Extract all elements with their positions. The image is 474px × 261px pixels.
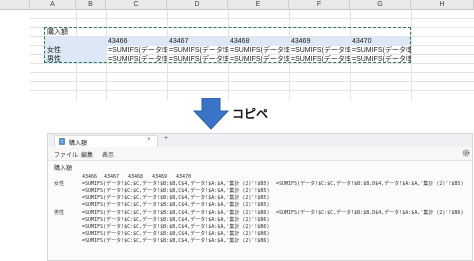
male-label: 男性: [54, 210, 65, 216]
content-title: 購入額: [54, 165, 73, 172]
close-tab-icon[interactable]: ×: [147, 137, 151, 143]
down-arrow-icon: [193, 98, 229, 130]
menu-file[interactable]: ファイル: [54, 150, 78, 159]
spreadsheet: A B C D E F G H 購入額 43466 43467 43468 43…: [0, 0, 474, 100]
column-header-c[interactable]: C: [106, 0, 167, 10]
formula-line: =SUMIFS(データ!$C:$C,データ!$B:$B,C$4,データ!$A:$…: [82, 231, 270, 237]
column-header-a[interactable]: A: [30, 0, 76, 10]
menu-view[interactable]: 表示: [102, 150, 114, 159]
notepad-icon: [59, 138, 65, 145]
tab-title: 購入額: [69, 141, 88, 147]
formula-line: =SUMIFS(データ!$C:$C,データ!$B:$B,C$4,データ!$A:$…: [82, 217, 270, 223]
select-all-corner[interactable]: [0, 0, 30, 10]
formula-line: =SUMIFS(データ!$C:$C,データ!$B:$B,C$4,データ!$A:$…: [82, 195, 270, 201]
document-tab[interactable]: 購入額 ×: [54, 135, 158, 147]
formula-line: =SUMIFS(データ!$C:$C,データ!$B:$B,C$4,データ!$A:$…: [82, 224, 270, 230]
formula-line: =SUMIFS(データ!$C:$C,データ!$B:$B,D$4,データ!$A:$…: [276, 181, 464, 187]
female-label: 女性: [54, 181, 65, 187]
formula-line: =SUMIFS(データ!$C:$C,データ!$B:$B,D$4,データ!$A:$…: [276, 210, 464, 216]
date-header: 43469: [152, 174, 168, 180]
column-header-h[interactable]: H: [411, 0, 474, 10]
date-header: 43466: [82, 174, 98, 180]
formula-line: =SUMIFS(データ!$C:$C,データ!$B:$B,C$4,データ!$A:$…: [82, 210, 270, 216]
title-bar: 購入額 × +: [48, 134, 472, 147]
menu-edit[interactable]: 編集: [81, 150, 93, 159]
gear-icon[interactable]: [462, 149, 470, 157]
text-area[interactable]: 購入額 43466 43467 43468 43469 43470 女性 =SU…: [48, 161, 472, 261]
formula-line: =SUMIFS(データ!$C:$C,データ!$B:$B,C$4,データ!$A:$…: [82, 188, 270, 194]
formula-line: =SUMIFS(データ!$C:$C,データ!$B:$B,C$4,データ!$A:$…: [82, 202, 270, 208]
date-header: 43467: [104, 174, 120, 180]
column-header-d[interactable]: D: [167, 0, 228, 10]
column-header-b[interactable]: B: [76, 0, 106, 10]
column-header-f[interactable]: F: [289, 0, 350, 10]
new-tab-icon[interactable]: +: [164, 135, 168, 142]
copy-paste-label: コピペ: [232, 107, 269, 121]
menu-bar: ファイル 編集 表示: [48, 147, 472, 161]
column-header-g[interactable]: G: [350, 0, 411, 10]
copy-selection-marquee: [44, 27, 411, 63]
column-header-e[interactable]: E: [228, 0, 289, 10]
formula-line: =SUMIFS(データ!$C:$C,データ!$B:$B,C$4,データ!$A:$…: [82, 238, 270, 244]
formula-line: =SUMIFS(データ!$C:$C,データ!$B:$B,C$4,データ!$A:$…: [82, 181, 270, 187]
date-header: 43470: [176, 174, 192, 180]
notepad-window: 購入額 × + ファイル 編集 表示 購入額 43466 43467 43468…: [47, 133, 473, 261]
date-header: 43468: [128, 174, 144, 180]
